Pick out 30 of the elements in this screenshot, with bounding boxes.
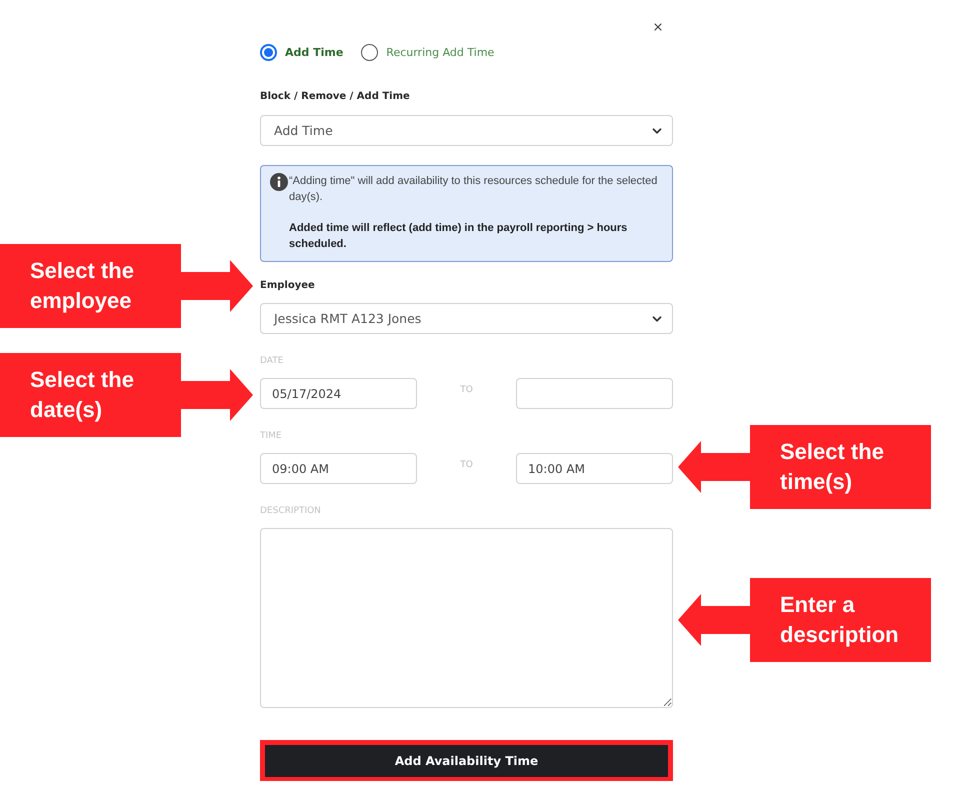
left-arrow-icon [678,594,750,646]
info-note: Added time will reflect (add time) in the payroll reporting > hours scheduled. [289,221,628,252]
callout-box: Select the date(s) [0,353,181,437]
field-label: DESCRIPTION [260,505,321,517]
time-input[interactable]: 09:00 AM [260,453,417,484]
submit-button[interactable]: Add Availability Time [265,745,668,777]
range-separator: TO [460,459,473,471]
callout-box: Select the employee [0,244,181,328]
date-input[interactable]: 05/17/2024 [260,378,417,409]
right-arrow-icon [181,260,253,312]
field-label: Employee [260,279,315,293]
radio-label[interactable]: Recurring Add Time [386,46,494,58]
action-select[interactable]: Add Time [260,115,673,146]
radio-label[interactable]: Add Time [285,46,344,58]
field-label: DATE [260,355,284,367]
employee-select[interactable]: Jessica RMT A123 Jones [260,303,673,334]
field-label: TIME [260,430,282,442]
info-icon [270,173,288,191]
close-button[interactable] [652,21,664,33]
field-label: Block / Remove / Add Time [260,90,410,104]
date-input[interactable] [516,378,673,409]
time-input[interactable]: 10:00 AM [516,453,673,484]
callout-box: Enter a description [750,578,931,662]
right-arrow-icon [181,369,253,421]
left-arrow-icon [678,441,750,493]
range-separator: TO [460,384,473,396]
radio-button[interactable] [361,44,378,60]
callout-box: Select the time(s) [750,425,931,509]
radio-button[interactable] [260,44,277,60]
info-text: “Adding time" will add availability to this resources schedule for the selected day(s). [289,174,658,205]
